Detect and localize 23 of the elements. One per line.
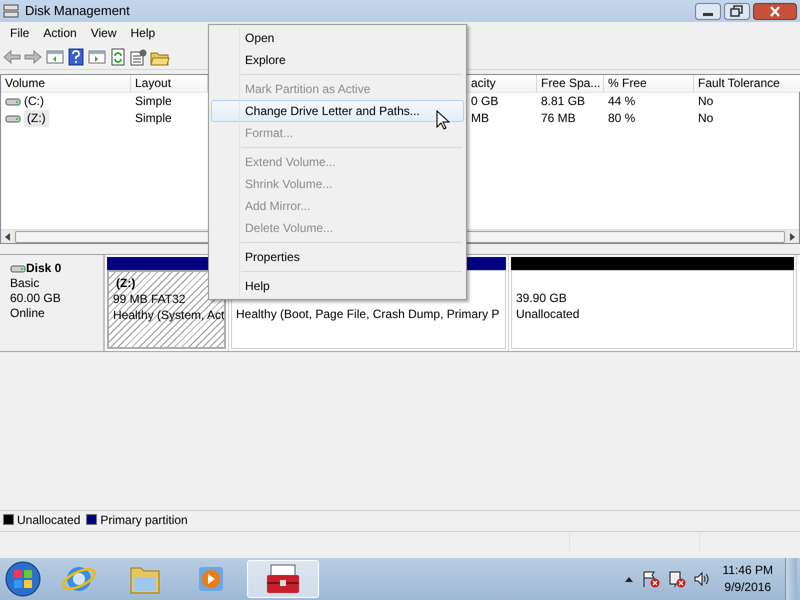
legend-label: Primary partition — [100, 512, 188, 528]
table-cell: Simple — [135, 93, 172, 110]
partition-status: Healthy (Boot, Page File, Crash Dump, Primary P — [236, 306, 500, 322]
disk-status: Online — [10, 306, 46, 321]
partition-status: Healthy (System, Act — [113, 307, 222, 323]
partition-size: 39.90 GB — [516, 290, 568, 306]
disk-size: 60.00 GB — [10, 291, 62, 306]
table-cell: 8.81 GB — [541, 93, 586, 110]
table-cell: 44 % — [608, 93, 636, 110]
table-cell: MB — [471, 110, 489, 127]
table-cell: No — [698, 110, 714, 127]
partition-size: 99 MB FAT32 — [113, 291, 186, 307]
partition-label: (Z:) — [115, 275, 136, 291]
disk-name: Disk 0 — [26, 261, 62, 276]
table-cell: No — [698, 93, 714, 110]
table-cell: Simple — [135, 110, 172, 127]
disk-type: Basic — [10, 276, 40, 291]
table-cell: 80 % — [608, 110, 636, 127]
window-title: Disk Management — [25, 2, 130, 20]
legend-label: Unallocated — [17, 512, 80, 528]
table-cell: 76 MB — [541, 110, 576, 127]
partition-status: Unallocated — [516, 306, 580, 322]
table-cell: 0 GB — [471, 93, 498, 110]
